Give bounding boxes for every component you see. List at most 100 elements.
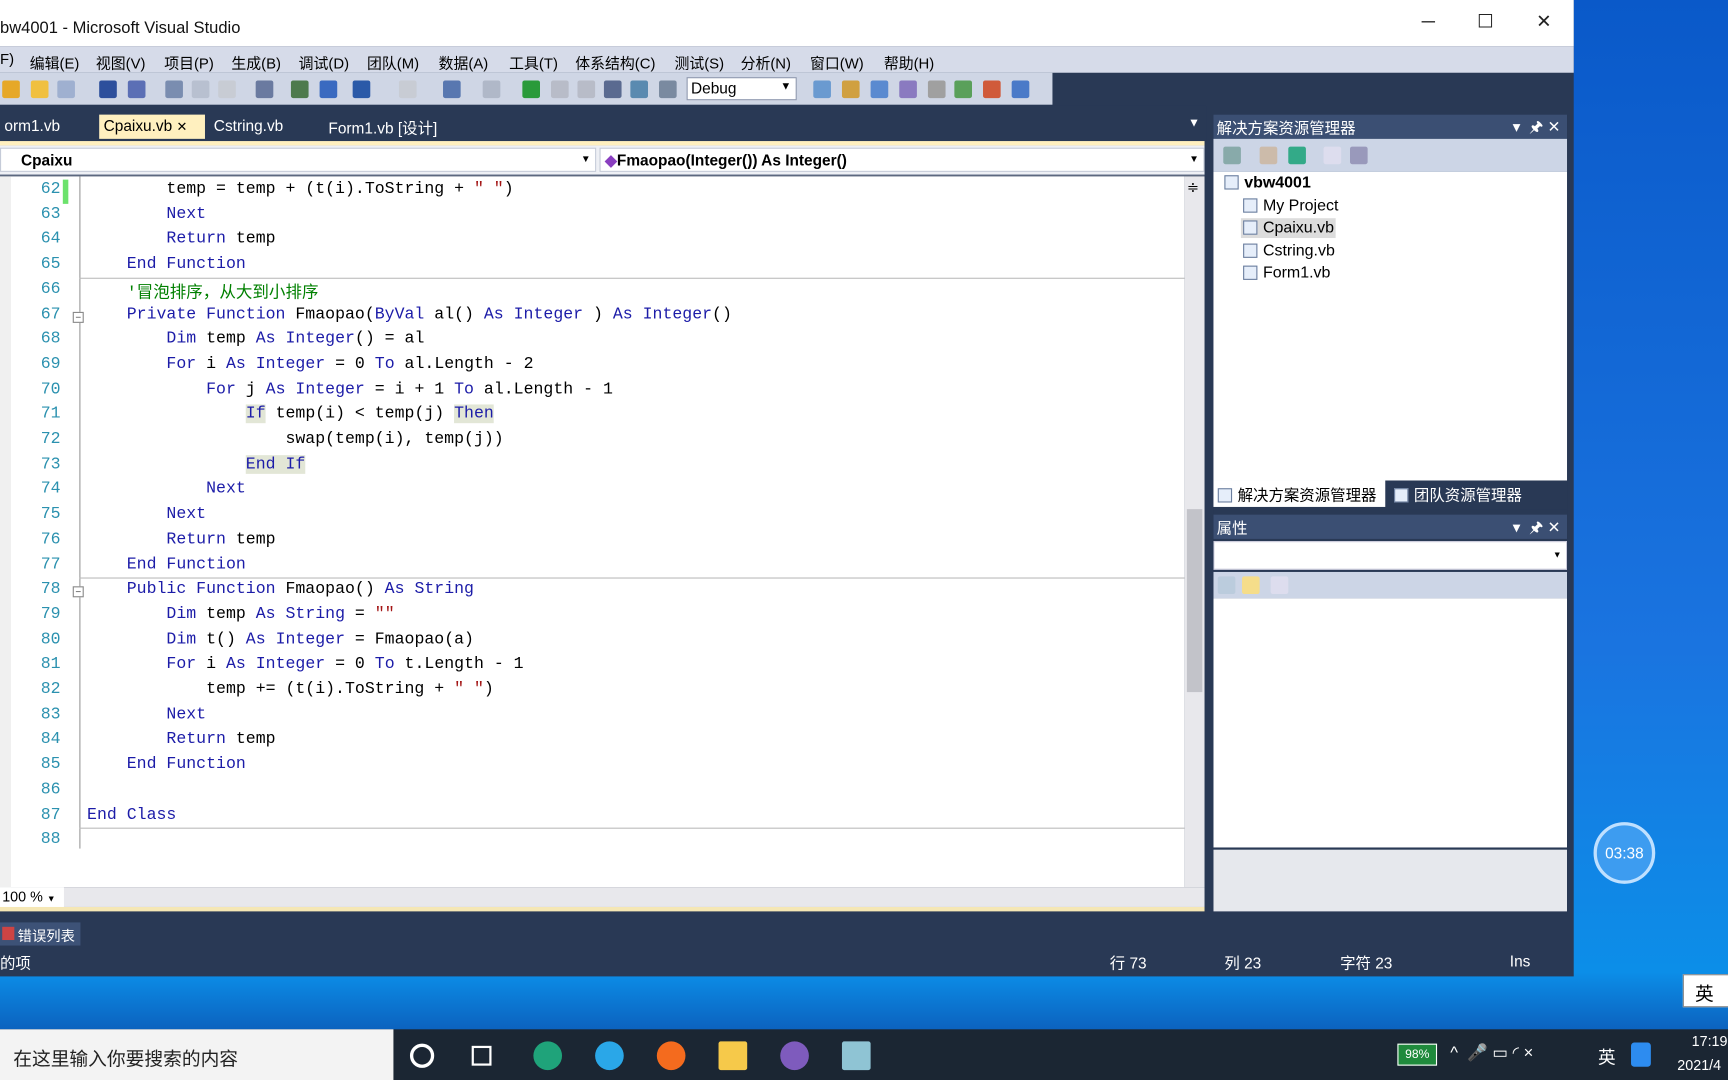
menu-item[interactable]: 测试(S) (674, 51, 724, 73)
code-line[interactable]: Next (87, 505, 206, 524)
toolbar-button-icon[interactable] (983, 80, 1001, 99)
toolbar-button-icon[interactable] (319, 80, 338, 99)
file-explorer-icon[interactable] (718, 1041, 748, 1071)
tab-team-explorer[interactable]: 团队资源管理器 (1390, 480, 1527, 506)
browser-icon[interactable] (595, 1041, 624, 1071)
view-code-icon[interactable] (1323, 146, 1342, 165)
toolbar-button-icon[interactable] (659, 80, 677, 99)
menu-item[interactable]: 分析(N) (741, 51, 791, 73)
code-line[interactable]: Next (87, 480, 246, 499)
property-pages-icon[interactable] (1270, 576, 1289, 594)
code-line[interactable]: End If (87, 454, 306, 474)
toolbar-button-icon[interactable] (954, 80, 972, 99)
tree-item-my-project[interactable]: My Project (1243, 197, 1338, 215)
clock-time[interactable]: 17:19 (1692, 1033, 1728, 1050)
class-dropdown[interactable]: Cpaixu ▼ (0, 147, 597, 172)
tab-form1-vb[interactable]: orm1.vb (0, 115, 65, 139)
categorized-icon[interactable] (1217, 576, 1236, 594)
code-line[interactable]: For j As Integer = i + 1 To al.Length - … (87, 380, 613, 399)
recording-timer[interactable]: 03:38 (1593, 822, 1656, 884)
menu-item[interactable]: 视图(V) (96, 51, 146, 73)
zoom-dropdown[interactable]: 100 % ▼ (0, 887, 64, 907)
code-line[interactable]: If temp(i) < temp(j) Then (87, 404, 494, 424)
toolbar-button-icon[interactable] (551, 80, 569, 99)
member-dropdown[interactable]: ◆Fmaopao(Integer()) As Integer() ▼ (599, 147, 1205, 172)
toolbar-button-icon[interactable] (577, 80, 596, 99)
properties-icon[interactable] (1259, 146, 1278, 165)
toolbar-button-icon[interactable] (603, 80, 622, 99)
alphabetical-icon[interactable] (1241, 576, 1260, 594)
object-selector[interactable]: ▼ (1213, 541, 1568, 570)
toolbar-button-icon[interactable] (99, 80, 117, 99)
toolbar-button-icon[interactable] (813, 80, 831, 99)
close-tab-icon[interactable]: ✕ (176, 119, 187, 134)
code-line[interactable]: temp = temp + (t(i).ToString + " ") (87, 180, 514, 199)
class-view-icon[interactable] (1349, 146, 1368, 165)
tree-item-cpaixu[interactable]: Cpaixu.vb (1240, 218, 1337, 239)
menu-item[interactable]: 工具(T) (509, 51, 558, 73)
visual-studio-icon[interactable] (780, 1041, 809, 1071)
code-line[interactable]: temp += (t(i).ToString + " ") (87, 680, 494, 699)
toolbar-button-icon[interactable] (218, 80, 236, 99)
code-line[interactable]: For i As Integer = 0 To t.Length - 1 (87, 655, 524, 674)
menu-item[interactable]: 生成(B) (231, 51, 281, 73)
code-line[interactable]: swap(temp(i), temp(j)) (87, 430, 504, 449)
tab-cpaixu-vb[interactable]: Cpaixu.vb ✕ (99, 114, 205, 139)
code-line[interactable]: Return temp (87, 530, 276, 549)
close-button[interactable]: ✕ (1527, 11, 1560, 33)
toolbar-button-icon[interactable] (30, 80, 49, 99)
toolbar-button-icon[interactable] (57, 80, 75, 99)
code-editor[interactable]: 62 temp = temp + (t(i).ToString + " ") 63… (0, 176, 1185, 888)
toolbar-button-icon[interactable] (1011, 80, 1030, 99)
toolbar-button-icon[interactable] (398, 80, 417, 99)
toolbar-button-icon[interactable] (841, 80, 860, 99)
notification-app-icon[interactable] (1631, 1042, 1651, 1067)
toolbar-button-icon[interactable] (290, 80, 309, 99)
tab-solution-explorer[interactable]: 解决方案资源管理器 (1213, 480, 1386, 507)
toolbar-button-icon[interactable] (165, 80, 183, 99)
menu-item[interactable]: 项目(P) (164, 51, 214, 73)
toolbar-button-icon[interactable] (191, 80, 210, 99)
task-view-icon[interactable] (471, 1045, 492, 1066)
app-icon[interactable] (841, 1041, 871, 1071)
ime-indicator[interactable]: 英 (1682, 974, 1728, 1008)
toolbar-button-icon[interactable] (127, 80, 146, 99)
tree-item-form1[interactable]: Form1.vb (1243, 264, 1330, 282)
toolbar-button-icon[interactable] (352, 80, 371, 99)
menu-item[interactable]: F) (0, 51, 14, 68)
battery-indicator[interactable]: 98% (1397, 1043, 1438, 1066)
menu-item[interactable]: 数据(A) (439, 51, 489, 73)
toolbar-button-icon[interactable] (870, 80, 889, 99)
clock-date[interactable]: 2021/4 (1677, 1057, 1721, 1074)
code-line[interactable]: Private Function Fmaopao(ByVal al() As I… (87, 305, 732, 324)
toolbar-button-icon[interactable] (899, 80, 917, 99)
collapse-icon[interactable]: − (72, 311, 84, 323)
toolbar-button-icon[interactable] (2, 80, 20, 99)
menu-item[interactable]: 调试(D) (299, 51, 349, 73)
code-line[interactable]: For i As Integer = 0 To al.Length - 2 (87, 355, 533, 374)
minimize-button[interactable]: ─ (1412, 11, 1445, 33)
refresh-icon[interactable] (1288, 146, 1306, 165)
code-line[interactable]: '冒泡排序，从大到小排序 (87, 280, 319, 303)
cortana-icon[interactable] (409, 1043, 435, 1068)
code-line[interactable]: Dim temp As String = "" (87, 605, 395, 624)
tree-item-solution[interactable]: vbw4001 (1224, 174, 1311, 192)
toolbar-button-icon[interactable] (630, 80, 648, 99)
horizontal-scrollbar[interactable] (0, 887, 1205, 907)
menu-item[interactable]: 编辑(E) (30, 51, 80, 73)
input-method[interactable]: 英 (1598, 1043, 1616, 1069)
menu-item[interactable]: 窗口(W) (810, 51, 864, 73)
menu-item[interactable]: 帮助(H) (884, 51, 934, 73)
menu-item[interactable]: 体系结构(C) (575, 51, 655, 73)
taskbar-search[interactable]: 在这里输入你要搜索的内容 (0, 1029, 394, 1080)
code-line[interactable]: Public Function Fmaopao() As String (87, 580, 474, 599)
tab-overflow-icon[interactable]: ▼ (1184, 115, 1205, 139)
firefox-icon[interactable] (656, 1041, 686, 1071)
collapse-icon[interactable]: − (72, 586, 84, 598)
tray-icons[interactable]: ^ 🎤 ▭ ◜ × (1450, 1043, 1533, 1063)
toolbar-button-icon[interactable] (482, 80, 501, 99)
code-line[interactable]: End Function (87, 755, 246, 774)
toolbar-button-icon[interactable] (443, 80, 461, 99)
code-line[interactable]: Return temp (87, 230, 276, 249)
tab-cstring-vb[interactable]: Cstring.vb (209, 115, 287, 139)
